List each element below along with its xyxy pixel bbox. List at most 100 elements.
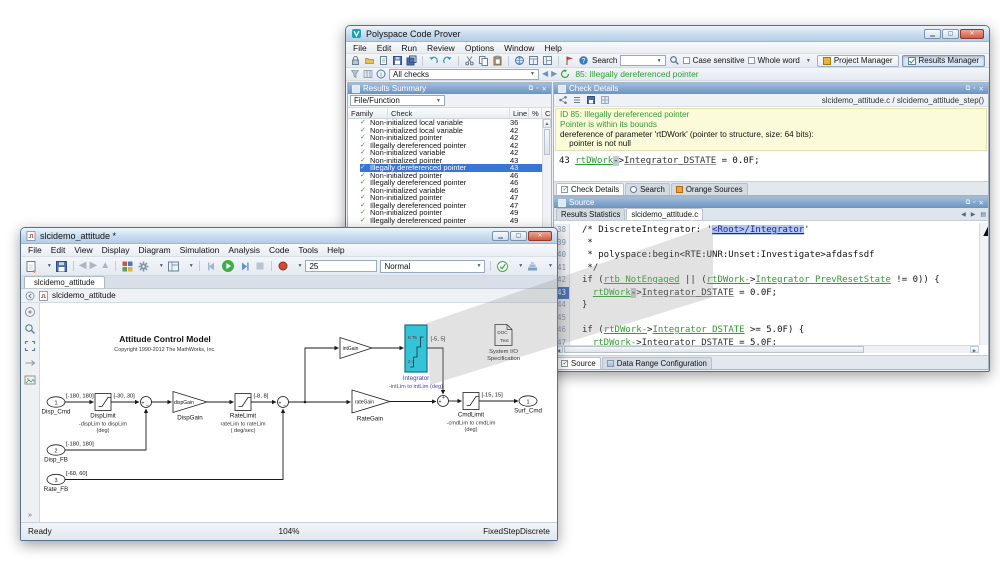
- menu-item-edit[interactable]: Edit: [377, 43, 392, 53]
- annotation-icon[interactable]: [24, 306, 36, 318]
- layout-icon[interactable]: [542, 55, 553, 66]
- line-code[interactable]: if (rtb_NotEngaged || (rtDWork->Integrat…: [570, 274, 940, 287]
- previous-check-icon[interactable]: ◀: [542, 70, 548, 78]
- source-titlebar[interactable]: Source ⧉ ▫ ✕: [554, 197, 988, 208]
- open-folder-icon[interactable]: [364, 55, 375, 66]
- line-code[interactable]: }: [570, 299, 587, 312]
- save-icon[interactable]: [392, 55, 403, 66]
- next-check-icon[interactable]: ▶: [551, 70, 557, 78]
- float-panel-icon[interactable]: ⧉: [966, 85, 971, 93]
- save-all-icon[interactable]: [406, 55, 417, 66]
- dock-panel-icon[interactable]: ▫: [536, 85, 538, 93]
- minimize-button[interactable]: ▁: [492, 231, 509, 241]
- new-model-icon[interactable]: [25, 260, 38, 273]
- check-code-line[interactable]: 43 rtDWork->Integrator_DSTATE = 0.0F;: [554, 151, 988, 171]
- model-canvas[interactable]: Attitude Control Model Copyright 1990-20…: [40, 303, 557, 522]
- tab-check-details[interactable]: Check Details: [556, 183, 624, 195]
- redo-icon[interactable]: [442, 55, 453, 66]
- tab-search[interactable]: Search: [625, 183, 670, 195]
- model-advisor-icon[interactable]: [496, 260, 509, 273]
- float-panel-icon[interactable]: ⧉: [529, 85, 534, 93]
- menu-item-file[interactable]: File: [28, 245, 42, 255]
- result-row[interactable]: ✓Illegally dereferenced pointer49: [348, 217, 542, 225]
- tab-data-range-configuration[interactable]: Data Range Configuration: [602, 357, 712, 369]
- record-dropdown-icon[interactable]: ▼: [294, 263, 302, 269]
- menu-item-options[interactable]: Options: [465, 43, 494, 53]
- model-tab[interactable]: slcidemo_attitude: [24, 276, 105, 288]
- column-percent[interactable]: %: [529, 108, 542, 118]
- line-code[interactable]: */: [570, 262, 598, 275]
- line-code[interactable]: * polyspace:begin<RTE:UNR:Unset:Investig…: [570, 249, 875, 262]
- block-cmdlimit[interactable]: CmdLimit: [458, 393, 484, 419]
- fit-view-icon[interactable]: [24, 340, 36, 352]
- block-ratelimit[interactable]: RateLimit: [230, 394, 256, 420]
- menu-item-help[interactable]: Help: [327, 245, 344, 255]
- column-check[interactable]: Check: [388, 108, 510, 118]
- line-code[interactable]: /* DiscreteIntegrator: '<Root>/Integrato…: [570, 224, 810, 237]
- forward-icon[interactable]: ▶: [89, 261, 97, 271]
- whole-word-checkbox[interactable]: [748, 57, 755, 64]
- save-icon[interactable]: [55, 260, 68, 273]
- line-code[interactable]: rtDWork->Integrator_DSTATE = 0.0F;: [570, 287, 777, 300]
- scroll-thumb[interactable]: [564, 346, 864, 353]
- copy-icon[interactable]: [478, 55, 489, 66]
- line-code[interactable]: rtDWork->Integrator_DSTATE = 5.0F;: [570, 337, 777, 346]
- checks-filter-combo[interactable]: All checks▼: [389, 69, 539, 80]
- build-icon[interactable]: [526, 260, 539, 273]
- column-family[interactable]: Family: [348, 108, 388, 118]
- step-back-icon[interactable]: [205, 260, 218, 273]
- tab-orange-sources[interactable]: Orange Sources: [671, 183, 748, 195]
- menu-item-window[interactable]: Window: [504, 43, 534, 53]
- save-result-icon[interactable]: [586, 95, 596, 105]
- menu-item-code[interactable]: Code: [269, 245, 289, 255]
- menu-item-simulation[interactable]: Simulation: [180, 245, 220, 255]
- scroll-up-icon[interactable]: ▲: [543, 119, 551, 128]
- hide-browser-icon[interactable]: [25, 291, 35, 301]
- search-icon[interactable]: [669, 55, 680, 66]
- explorer-dropdown-icon[interactable]: ▼: [186, 263, 194, 269]
- source-vertical-scrollbar[interactable]: ▲: [979, 223, 988, 345]
- menu-item-help[interactable]: Help: [544, 43, 561, 53]
- tab-scroll-right-icon[interactable]: ▶: [969, 211, 978, 218]
- close-button[interactable]: ✕: [528, 231, 552, 241]
- case-sensitive-checkbox[interactable]: [683, 57, 690, 64]
- block-inport-disp-fb[interactable]: 2 Disp_FB: [44, 445, 68, 464]
- grouping-combo[interactable]: File/Function▼: [350, 95, 445, 106]
- block-doc-text[interactable]: DOC Text System I/O Specification: [487, 325, 520, 363]
- menu-item-file[interactable]: File: [353, 43, 367, 53]
- advisor-dropdown-icon[interactable]: ▼: [515, 263, 523, 269]
- stop-icon[interactable]: [254, 260, 266, 272]
- scroll-thumb[interactable]: [980, 241, 988, 281]
- line-code[interactable]: [570, 312, 582, 325]
- breadcrumb-item[interactable]: slcidemo_attitude: [52, 291, 116, 300]
- line-code[interactable]: *: [570, 237, 593, 250]
- dock-panel-icon[interactable]: ▫: [973, 199, 975, 207]
- menu-item-run[interactable]: Run: [401, 43, 417, 53]
- build-dropdown-icon[interactable]: ▼: [545, 263, 553, 269]
- source-code-area[interactable]: 38/* DiscreteIntegrator: '<Root>/Integra…: [554, 223, 979, 345]
- block-sum2[interactable]: + −: [278, 397, 289, 409]
- menu-item-diagram[interactable]: Diagram: [139, 245, 171, 255]
- paste-icon[interactable]: [492, 55, 503, 66]
- menu-item-review[interactable]: Review: [427, 43, 455, 53]
- float-panel-icon[interactable]: ⧉: [966, 199, 971, 207]
- results-manager-button[interactable]: Results Manager: [902, 55, 985, 67]
- block-sum1[interactable]: + −: [141, 397, 152, 409]
- share-icon[interactable]: [558, 95, 568, 105]
- block-displimit[interactable]: DispLimit: [90, 394, 116, 420]
- tab-list-icon[interactable]: ▤: [978, 211, 988, 218]
- close-panel-icon[interactable]: ✕: [542, 85, 547, 93]
- block-intgain[interactable]: intGain: [340, 338, 372, 359]
- undo-icon[interactable]: [428, 55, 439, 66]
- maximize-button[interactable]: ▢: [942, 29, 959, 39]
- filter-icon[interactable]: [350, 69, 360, 79]
- cut-icon[interactable]: [464, 55, 475, 66]
- tab-scroll-left-icon[interactable]: ◀: [959, 211, 968, 218]
- settings-dropdown-icon[interactable]: ▼: [156, 263, 164, 269]
- tab-slcidemo-attitude-c[interactable]: slcidemo_attitude.c: [626, 208, 703, 220]
- refresh-icon[interactable]: [560, 69, 570, 79]
- source-horizontal-scrollbar[interactable]: ◀ ▶: [554, 345, 979, 353]
- flag-icon[interactable]: [564, 55, 575, 66]
- scroll-right-icon[interactable]: ▶: [970, 346, 979, 353]
- more-tools-icon[interactable]: »: [28, 512, 32, 519]
